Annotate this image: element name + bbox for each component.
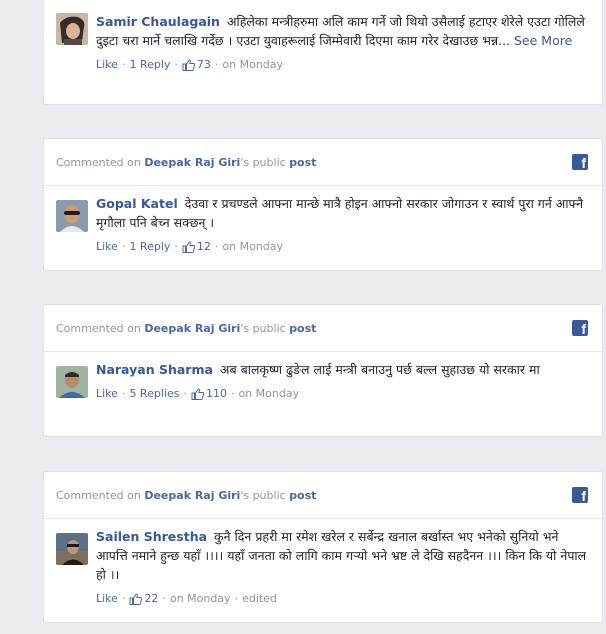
comment-author[interactable]: Narayan Sharma [96, 362, 213, 377]
separator: · [174, 58, 178, 71]
thumbs-up-icon [191, 388, 204, 400]
replies-link[interactable]: 1 Reply [129, 58, 170, 71]
separator: · [214, 240, 219, 253]
comment-author[interactable]: Samir Chaulagain [96, 14, 220, 29]
card-header: Commented on Deepak Raj Giri 's public p… [44, 472, 602, 519]
like-count-value: 22 [144, 592, 159, 605]
separator: · [121, 387, 126, 400]
separator: · [162, 592, 166, 605]
like-button[interactable]: Like [96, 58, 118, 71]
comment-body: Samir Chaulagain अहिलेका मन्त्रीहरुमा अल… [96, 12, 590, 50]
like-button[interactable]: Like [96, 240, 118, 253]
post-link[interactable]: post [289, 156, 316, 169]
like-count-value: 12 [196, 240, 211, 253]
comment-card: Commented on Deepak Raj Giri 's public p… [43, 471, 603, 623]
card-header: Commented on Deepak Raj Giri 's public p… [44, 305, 602, 352]
replies-link[interactable]: 5 Replies [129, 387, 179, 400]
comment-actions: Like · 1 Reply · 73 · on Monday [96, 58, 590, 71]
comment: Samir Chaulagain अहिलेका मन्त्रीहरुमा अल… [44, 0, 602, 79]
separator: · [230, 387, 235, 400]
separator: · [121, 240, 126, 253]
separator: · [183, 387, 187, 400]
like-count[interactable]: 110 [191, 387, 227, 400]
comment-actions: Like · 22 · on Monday · edited [96, 592, 590, 605]
separator: · [234, 592, 239, 605]
post-link[interactable]: post [289, 489, 316, 502]
comment: Gopal Katel देउवा र प्रचण्डले आफ्ना मान्… [44, 186, 602, 261]
context-prefix: Commented on [56, 488, 141, 502]
context-suffix: 's public [240, 155, 286, 169]
facebook-icon[interactable]: f [572, 154, 588, 170]
thumbs-up-icon [182, 241, 195, 253]
edited-label[interactable]: edited [242, 592, 277, 605]
page-link[interactable]: Deepak Raj Giri [144, 489, 240, 502]
comment-author[interactable]: Sailen Shrestha [96, 529, 207, 544]
context-prefix: Commented on [56, 155, 141, 169]
context-suffix: 's public [240, 488, 286, 502]
separator: · [121, 58, 126, 71]
facebook-icon[interactable]: f [572, 320, 588, 336]
context-suffix: 's public [240, 321, 286, 335]
like-button[interactable]: Like [96, 387, 118, 400]
like-button[interactable]: Like [96, 592, 118, 605]
comment-body: Sailen Shrestha कुनै दिन प्रहरी मा रमेश … [96, 527, 590, 584]
card-header: Commented on Deepak Raj Giri 's public p… [44, 139, 602, 186]
comment-author[interactable]: Gopal Katel [96, 196, 178, 211]
separator: · [214, 58, 219, 71]
comment-time: on Monday [222, 240, 284, 253]
comment-card: Commented on Deepak Raj Giri 's public p… [43, 138, 603, 271]
avatar[interactable] [56, 200, 88, 232]
see-more-link[interactable]: See More [514, 33, 572, 48]
replies-link[interactable]: 1 Reply [129, 240, 170, 253]
like-count-value: 73 [196, 58, 211, 71]
like-count-value: 110 [205, 387, 227, 400]
comment: Narayan Sharma अब बालकृष्ण ढुङेल लाई मन्… [44, 352, 602, 408]
thumbs-up-icon [182, 59, 195, 71]
facebook-icon[interactable]: f [572, 487, 588, 503]
like-count[interactable]: 22 [129, 592, 158, 605]
comment-card: Commented on Deepak Raj Giri 's public p… [43, 304, 603, 437]
context-prefix: Commented on [56, 321, 141, 335]
separator: · [174, 240, 178, 253]
like-count[interactable]: 73 [182, 58, 211, 71]
thumbs-up-icon [129, 593, 143, 605]
comment-actions: Like · 1 Reply · 12 · on Monday [96, 240, 590, 253]
comment-text: अब बालकृष्ण ढुङेल लाई मन्त्री बनाउनु पर्… [219, 362, 540, 377]
comment-time: on Monday [238, 387, 300, 400]
avatar[interactable] [56, 533, 88, 565]
post-link[interactable]: post [289, 322, 316, 335]
comment-card: Samir Chaulagain अहिलेका मन्त्रीहरुमा अल… [43, 0, 603, 105]
avatar[interactable] [56, 366, 88, 398]
comment-body: Narayan Sharma अब बालकृष्ण ढुङेल लाई मन्… [96, 360, 590, 379]
comment-time: on Monday [222, 58, 284, 71]
page-link[interactable]: Deepak Raj Giri [144, 322, 240, 335]
separator: · [121, 592, 126, 605]
avatar[interactable] [56, 13, 88, 45]
comment-time: on Monday [169, 592, 231, 605]
like-count[interactable]: 12 [182, 240, 211, 253]
comment: Sailen Shrestha कुनै दिन प्रहरी मा रमेश … [44, 519, 602, 613]
comment-body: Gopal Katel देउवा र प्रचण्डले आफ्ना मान्… [96, 194, 590, 232]
comment-actions: Like · 5 Replies · 110 · on Monday [96, 387, 590, 400]
page-link[interactable]: Deepak Raj Giri [144, 156, 240, 169]
